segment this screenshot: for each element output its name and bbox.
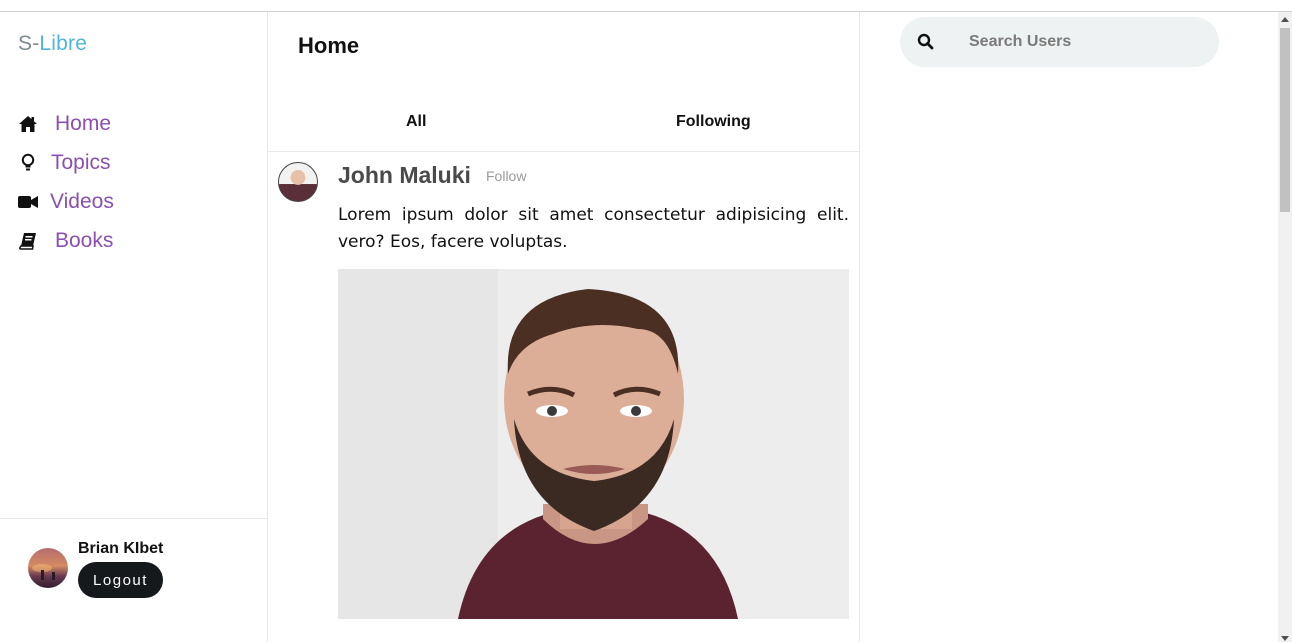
post-author-avatar[interactable] bbox=[278, 162, 318, 202]
main-feed: Home All Following John Maluki Follow Lo… bbox=[268, 12, 860, 642]
brand-logo[interactable]: S-Libre bbox=[18, 32, 87, 56]
lightbulb-icon bbox=[18, 153, 38, 173]
post-image[interactable] bbox=[338, 269, 849, 619]
sidebar: S-Libre Home Topics Videos Books Brian K… bbox=[0, 12, 268, 642]
follow-button[interactable]: Follow bbox=[486, 168, 526, 184]
sidebar-item-label: Books bbox=[55, 228, 114, 252]
tab-all[interactable]: All bbox=[406, 113, 426, 131]
video-camera-icon bbox=[18, 192, 38, 212]
browser-top-edge bbox=[0, 0, 1292, 12]
user-search-box[interactable] bbox=[900, 17, 1219, 67]
post-text: Lorem ipsum dolor sit amet consectetur a… bbox=[338, 205, 849, 252]
user-panel: Brian KIbet Logout bbox=[0, 518, 267, 642]
feed-tabs: All Following bbox=[268, 106, 859, 152]
sidebar-item-label: Videos bbox=[50, 189, 114, 213]
search-icon[interactable] bbox=[916, 32, 936, 52]
scroll-up-arrow-icon[interactable] bbox=[1281, 17, 1289, 22]
sidebar-item-label: Home bbox=[55, 111, 112, 135]
logout-button[interactable]: Logout bbox=[78, 562, 163, 598]
sidebar-item-videos[interactable]: Videos bbox=[18, 182, 114, 221]
tab-following[interactable]: Following bbox=[676, 113, 751, 131]
search-input[interactable] bbox=[969, 33, 1199, 51]
avatar[interactable] bbox=[28, 548, 68, 588]
home-icon bbox=[18, 114, 38, 134]
sidebar-item-topics[interactable]: Topics bbox=[18, 143, 114, 182]
scrollbar-thumb[interactable] bbox=[1280, 28, 1290, 212]
page-title: Home bbox=[298, 33, 360, 58]
user-name: Brian KIbet bbox=[78, 540, 164, 557]
book-icon bbox=[18, 231, 38, 251]
sidebar-item-books[interactable]: Books bbox=[18, 221, 114, 260]
page-scrollbar[interactable] bbox=[1278, 12, 1292, 642]
sidebar-item-label: Topics bbox=[51, 150, 111, 174]
sidebar-nav: Home Topics Videos Books bbox=[18, 104, 114, 260]
sidebar-item-home[interactable]: Home bbox=[18, 104, 114, 143]
post-author-name[interactable]: John Maluki bbox=[338, 162, 471, 189]
scroll-down-arrow-icon[interactable] bbox=[1281, 636, 1289, 641]
